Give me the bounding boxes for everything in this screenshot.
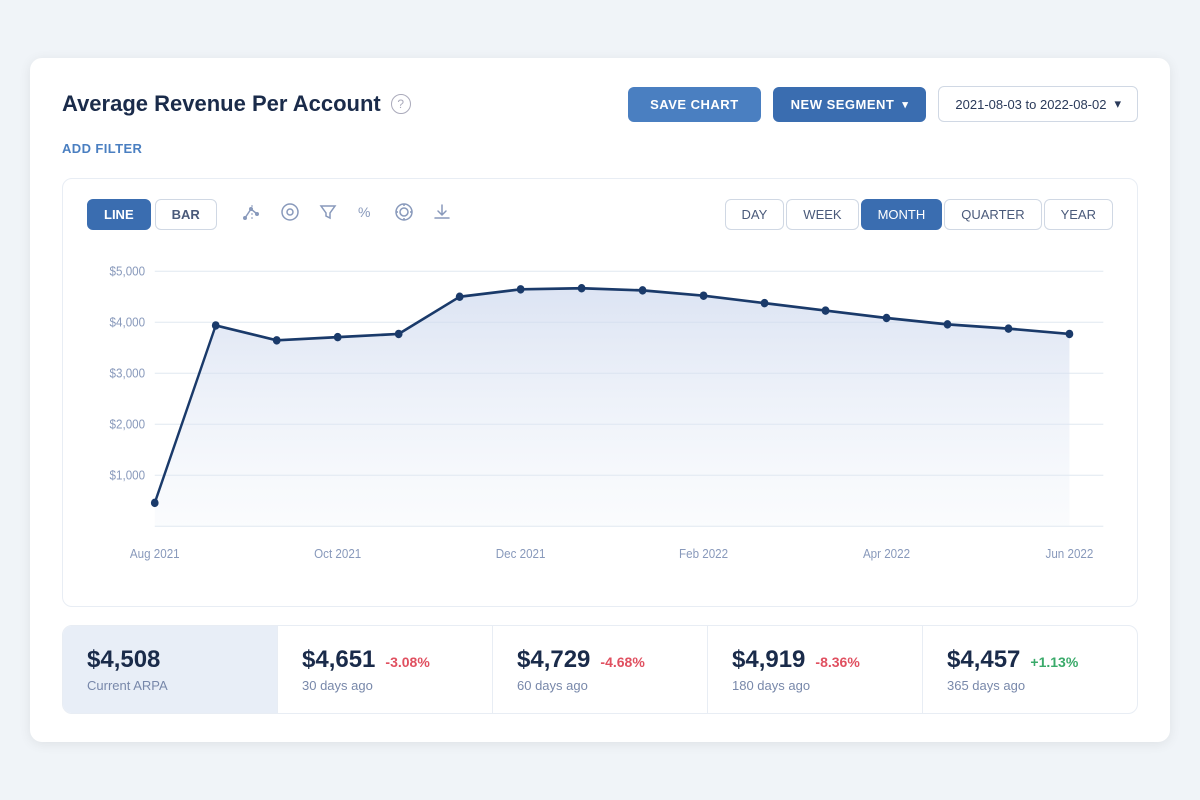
stat-60days-change: -4.68% (600, 654, 644, 670)
year-period-button[interactable]: YEAR (1044, 199, 1113, 230)
title-area: Average Revenue Per Account ? (62, 91, 411, 117)
date-range-value: 2021-08-03 to 2022-08-02 (955, 97, 1106, 112)
add-filter-row: ADD FILTER (62, 140, 1138, 158)
stat-365days-row: $4,457 +1.13% (947, 646, 1113, 678)
stat-180days: $4,919 -8.36% 180 days ago (708, 626, 923, 713)
svg-text:$1,000: $1,000 (110, 468, 146, 483)
date-range-button[interactable]: 2021-08-03 to 2022-08-02 ▾ (938, 86, 1138, 122)
svg-text:$2,000: $2,000 (110, 417, 146, 432)
save-chart-button[interactable]: SAVE CHART (628, 87, 761, 122)
percent-icon[interactable]: % (355, 201, 377, 228)
header-actions: SAVE CHART NEW SEGMENT ▾ 2021-08-03 to 2… (628, 86, 1138, 122)
chart-svg: $5,000 $4,000 $3,000 $2,000 $1,000 (87, 250, 1113, 590)
stat-60days-value: $4,729 (517, 646, 590, 674)
funnel-icon[interactable] (317, 201, 339, 228)
new-segment-label: NEW SEGMENT (791, 97, 895, 112)
chart-type-group: LINE BAR (87, 199, 217, 230)
page-title: Average Revenue Per Account (62, 91, 381, 117)
period-group: DAY WEEK MONTH QUARTER YEAR (725, 199, 1113, 230)
line-chart-button[interactable]: LINE (87, 199, 151, 230)
svg-text:Aug 2021: Aug 2021 (130, 547, 180, 562)
add-filter-link[interactable]: ADD FILTER (62, 141, 142, 156)
svg-text:Dec 2021: Dec 2021 (496, 547, 546, 562)
stats-row: $4,508 Current ARPA $4,651 -3.08% 30 day… (62, 625, 1138, 714)
svg-text:Jun 2022: Jun 2022 (1046, 547, 1094, 562)
chart-icon-group: % (241, 201, 453, 228)
stat-60days: $4,729 -4.68% 60 days ago (493, 626, 708, 713)
svg-text:$5,000: $5,000 (110, 264, 146, 279)
stat-180days-label: 180 days ago (732, 678, 898, 693)
date-chevron-icon: ▾ (1114, 96, 1121, 112)
help-icon[interactable]: ? (391, 94, 411, 114)
svg-text:Feb 2022: Feb 2022 (679, 547, 728, 562)
target-icon[interactable] (393, 201, 415, 228)
stat-current-label: Current ARPA (87, 678, 253, 693)
svg-text:$4,000: $4,000 (110, 315, 146, 330)
stat-current-value: $4,508 (87, 646, 253, 674)
bar-chart-button[interactable]: BAR (155, 199, 217, 230)
stat-180days-value: $4,919 (732, 646, 805, 674)
week-period-button[interactable]: WEEK (786, 199, 858, 230)
svg-text:Apr 2022: Apr 2022 (863, 547, 910, 562)
stat-30days-value: $4,651 (302, 646, 375, 674)
svg-text:$3,000: $3,000 (110, 366, 146, 381)
header-row: Average Revenue Per Account ? SAVE CHART… (62, 86, 1138, 122)
new-segment-button[interactable]: NEW SEGMENT ▾ (773, 87, 927, 122)
month-period-button[interactable]: MONTH (861, 199, 943, 230)
stat-30days-label: 30 days ago (302, 678, 468, 693)
stat-365days-change: +1.13% (1030, 654, 1078, 670)
chart-container: LINE BAR (62, 178, 1138, 607)
main-card: Average Revenue Per Account ? SAVE CHART… (30, 58, 1170, 742)
chevron-down-icon: ▾ (902, 98, 908, 111)
stat-60days-label: 60 days ago (517, 678, 683, 693)
svg-text:%: % (358, 204, 370, 220)
stat-180days-row: $4,919 -8.36% (732, 646, 898, 678)
svg-text:Oct 2021: Oct 2021 (314, 547, 361, 562)
data-points-icon[interactable] (241, 201, 263, 228)
quarter-period-button[interactable]: QUARTER (944, 199, 1041, 230)
stat-current-arpa: $4,508 Current ARPA (63, 626, 278, 713)
compare-icon[interactable] (279, 201, 301, 228)
stat-365days: $4,457 +1.13% 365 days ago (923, 626, 1137, 713)
chart-area: $5,000 $4,000 $3,000 $2,000 $1,000 (87, 250, 1113, 590)
stat-30days: $4,651 -3.08% 30 days ago (278, 626, 493, 713)
download-icon[interactable] (431, 201, 453, 228)
stat-60days-row: $4,729 -4.68% (517, 646, 683, 678)
stat-365days-value: $4,457 (947, 646, 1020, 674)
stat-30days-row: $4,651 -3.08% (302, 646, 468, 678)
stat-180days-change: -8.36% (815, 654, 859, 670)
stat-365days-label: 365 days ago (947, 678, 1113, 693)
day-period-button[interactable]: DAY (725, 199, 785, 230)
stat-30days-change: -3.08% (385, 654, 429, 670)
chart-controls: LINE BAR (87, 199, 1113, 230)
